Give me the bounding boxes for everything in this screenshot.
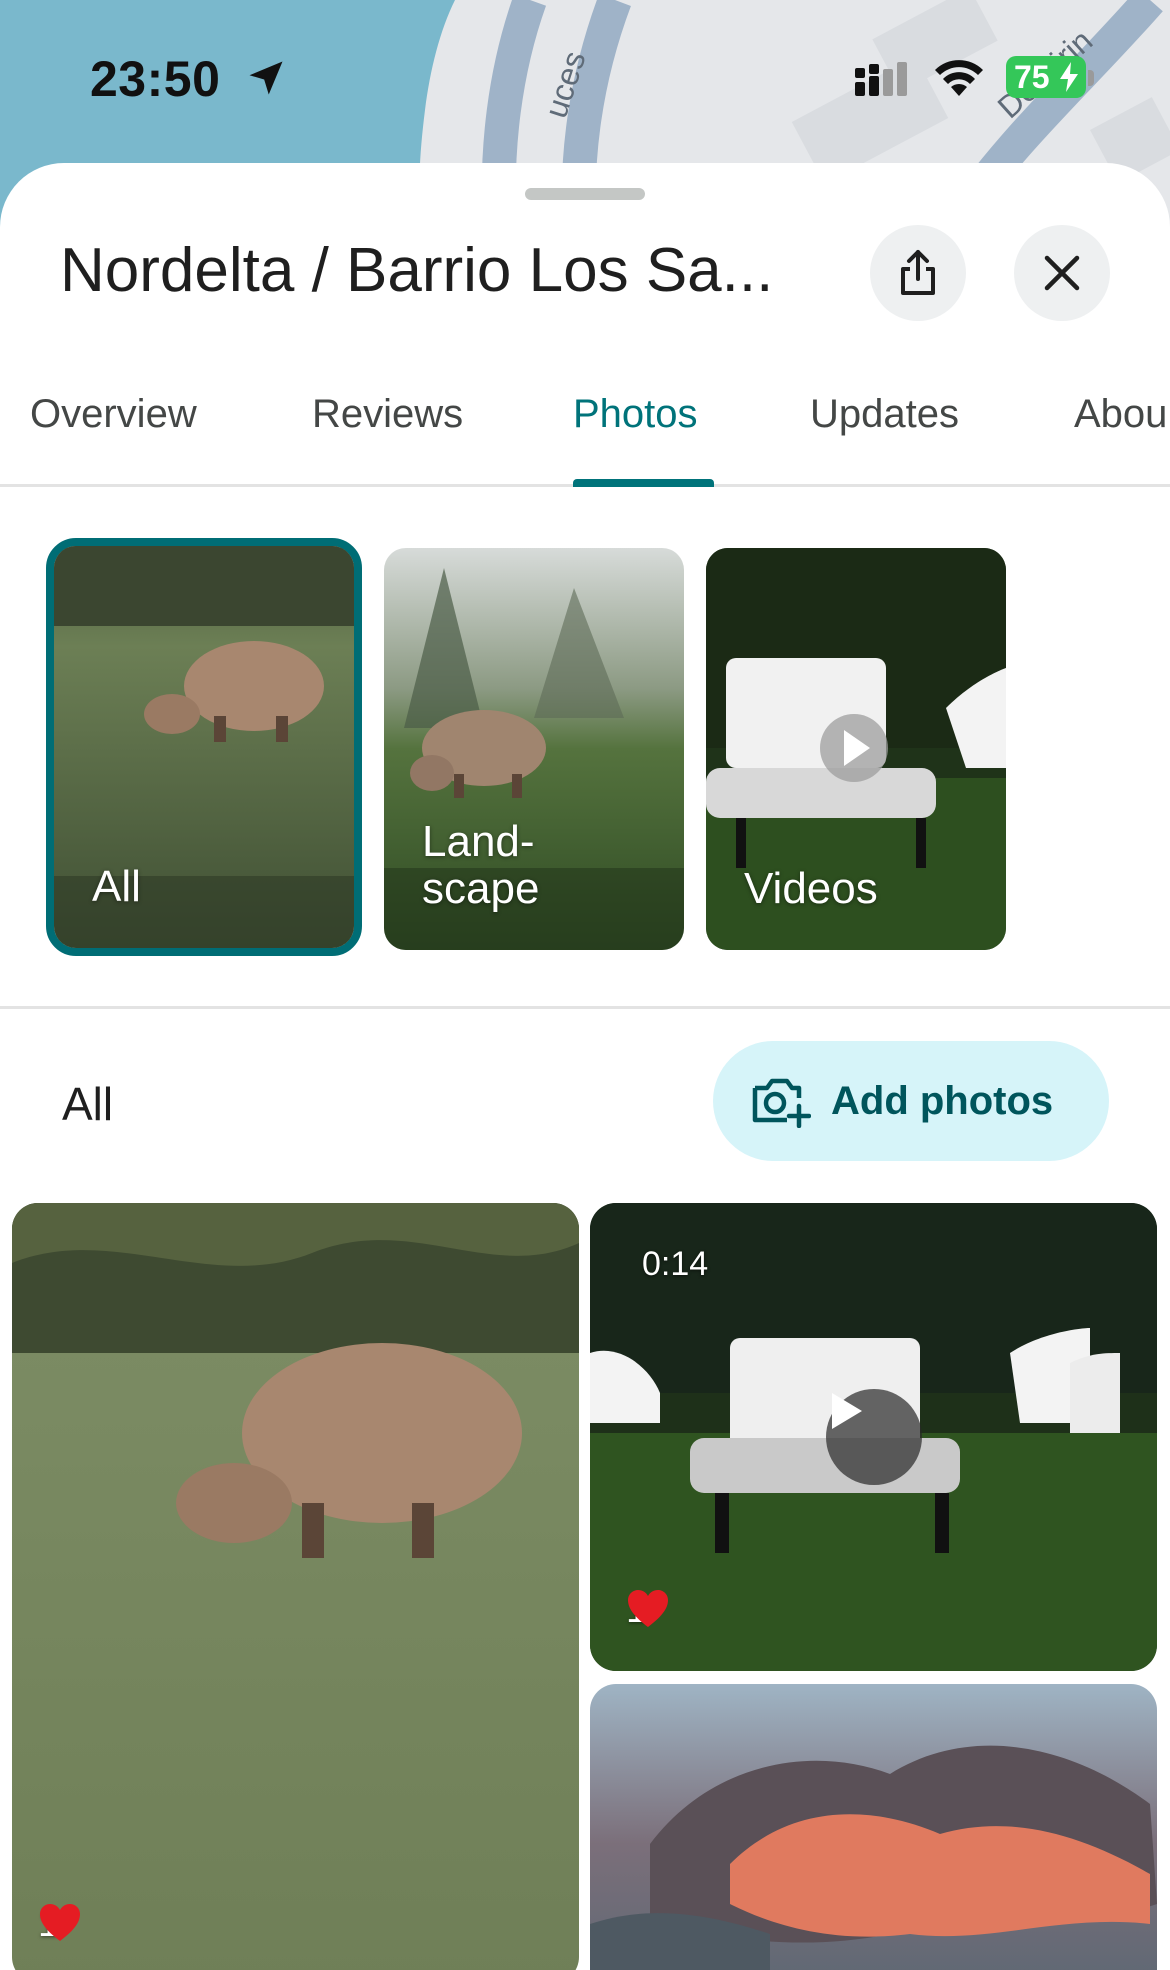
video-tile[interactable]: 0:14 1 bbox=[590, 1203, 1157, 1671]
close-button[interactable] bbox=[1014, 225, 1110, 321]
category-card-all[interactable]: All bbox=[46, 538, 362, 956]
battery-charging-icon: 75 bbox=[1006, 56, 1086, 98]
share-button[interactable] bbox=[870, 225, 966, 321]
status-bar: 23:50 75 bbox=[0, 0, 1170, 150]
close-icon bbox=[1044, 255, 1080, 291]
photo-tile-capybara[interactable]: 1 bbox=[12, 1203, 579, 1970]
video-likes: 1 bbox=[626, 1589, 668, 1632]
add-photo-camera-icon bbox=[752, 1078, 811, 1128]
section-divider bbox=[0, 1006, 1170, 1009]
photo-tile-sunset[interactable] bbox=[590, 1684, 1157, 1970]
sheet-drag-handle[interactable] bbox=[525, 188, 645, 200]
heart-icon bbox=[628, 1590, 668, 1627]
add-photos-button[interactable]: Add photos bbox=[713, 1041, 1109, 1161]
share-icon bbox=[901, 250, 935, 295]
video-duration: 0:14 bbox=[642, 1245, 709, 1283]
sunset-clouds-photo bbox=[590, 1684, 1157, 1970]
battery-nub bbox=[1088, 70, 1094, 86]
category-label: All bbox=[92, 861, 141, 911]
place-title: Nordelta / Barrio Los Sa... bbox=[60, 236, 774, 305]
play-button[interactable] bbox=[826, 1389, 922, 1485]
tab-photos[interactable]: Photos bbox=[573, 392, 698, 437]
tab-reviews[interactable]: Reviews bbox=[312, 392, 463, 437]
tab-updates[interactable]: Updates bbox=[810, 392, 959, 437]
category-label: Videos bbox=[744, 863, 878, 913]
charging-bolt-icon bbox=[1060, 62, 1078, 92]
status-time: 23:50 bbox=[90, 51, 221, 107]
tab-active-indicator bbox=[573, 479, 714, 487]
play-icon bbox=[832, 1393, 862, 1429]
photo-likes: 1 bbox=[38, 1903, 80, 1946]
category-card-landscape[interactable]: Land- scape bbox=[384, 548, 684, 950]
capybara-photo bbox=[12, 1203, 579, 1970]
section-title: All bbox=[62, 1078, 114, 1130]
category-card-videos[interactable]: Videos bbox=[706, 548, 1006, 950]
tab-about[interactable]: Abou bbox=[1074, 392, 1167, 437]
location-arrow-icon bbox=[249, 61, 283, 95]
heart-icon bbox=[40, 1904, 80, 1941]
category-label: Land- scape bbox=[422, 816, 540, 913]
cellular-signal-icon bbox=[855, 62, 907, 96]
tab-overview[interactable]: Overview bbox=[30, 392, 197, 437]
battery-level: 75 bbox=[1014, 58, 1050, 95]
add-photos-label: Add photos bbox=[831, 1078, 1054, 1123]
wifi-icon bbox=[935, 60, 983, 96]
